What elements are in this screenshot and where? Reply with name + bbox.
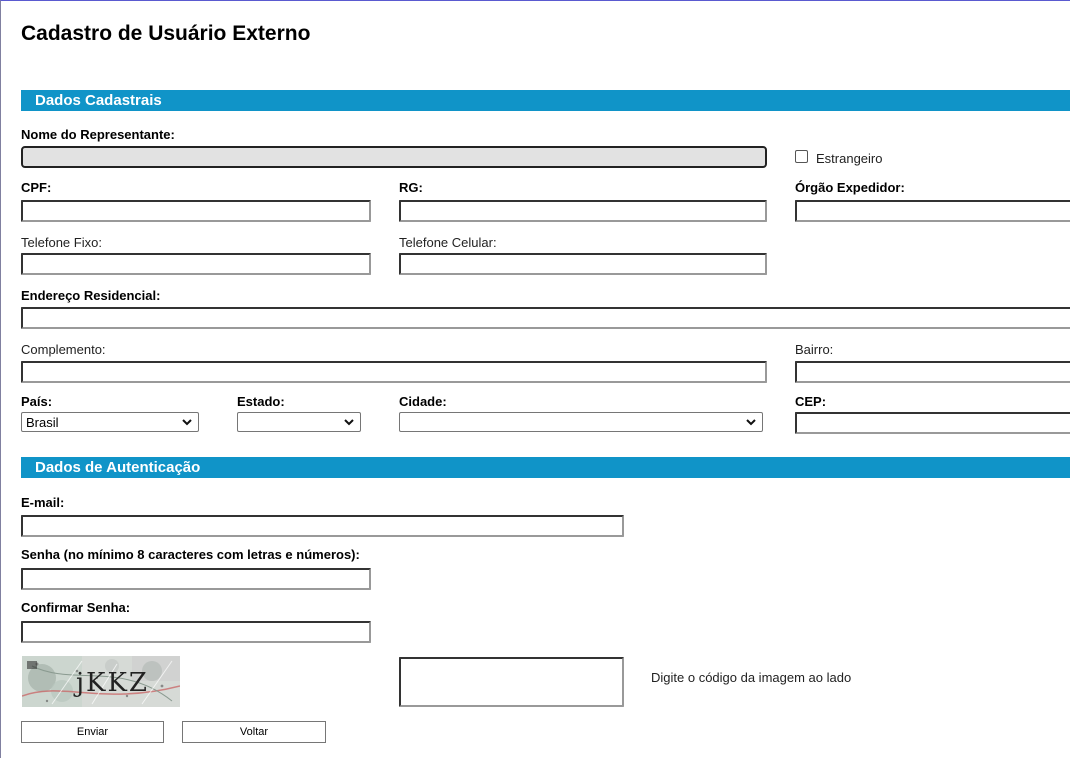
captcha-text: jKKZ [76, 668, 149, 698]
section-header-autenticacao: Dados de Autenticação [21, 457, 1070, 478]
telefone-fixo-input[interactable] [21, 253, 371, 275]
label-complemento: Complemento: [21, 342, 106, 357]
confirmar-senha-input[interactable] [21, 621, 371, 643]
section-header-cadastrais: Dados Cadastrais [21, 90, 1070, 111]
captcha-input[interactable] [399, 657, 624, 707]
label-telefone-celular: Telefone Celular: [399, 235, 497, 250]
chevron-down-icon [182, 419, 192, 426]
enviar-button[interactable]: Enviar [21, 721, 164, 743]
chevron-down-icon [344, 419, 354, 426]
label-pais: País: [21, 394, 53, 409]
external-user-registration-page: Cadastro de Usuário Externo Dados Cadast… [0, 0, 1070, 758]
captcha-image: jKKZ [22, 656, 180, 707]
pais-selected-value: Brasil [26, 414, 59, 430]
bairro-input[interactable] [795, 361, 1070, 383]
label-rg: RG: [399, 180, 423, 195]
label-cep: CEP: [795, 394, 827, 409]
chevron-down-icon [746, 419, 756, 426]
label-estado: Estado: [237, 394, 285, 409]
page-title: Cadastro de Usuário Externo [21, 22, 311, 45]
label-cpf: CPF: [21, 180, 52, 195]
cep-input[interactable] [795, 412, 1070, 434]
telefone-celular-input[interactable] [399, 253, 767, 275]
estado-select[interactable] [237, 412, 361, 432]
label-bairro: Bairro: [795, 342, 834, 357]
label-confirmar-senha: Confirmar Senha: [21, 600, 131, 615]
voltar-button[interactable]: Voltar [182, 721, 326, 743]
label-senha: Senha (no mínimo 8 caracteres com letras… [21, 547, 360, 562]
cpf-input[interactable] [21, 200, 371, 222]
label-email: E-mail: [21, 495, 65, 510]
label-estrangeiro: Estrangeiro [816, 151, 883, 166]
senha-input[interactable] [21, 568, 371, 590]
label-endereco: Endereço Residencial: [21, 288, 161, 303]
nome-representante-input[interactable] [21, 146, 767, 168]
endereco-input[interactable] [21, 307, 1070, 329]
pais-select[interactable]: Brasil [21, 412, 199, 432]
label-cidade: Cidade: [399, 394, 447, 409]
complemento-input[interactable] [21, 361, 767, 383]
label-telefone-fixo: Telefone Fixo: [21, 235, 102, 250]
label-orgao-expedidor: Órgão Expedidor: [795, 180, 905, 195]
email-input[interactable] [21, 515, 624, 537]
orgao-expedidor-input[interactable] [795, 200, 1070, 222]
label-nome-representante: Nome do Representante: [21, 127, 175, 142]
rg-input[interactable] [399, 200, 767, 222]
estrangeiro-checkbox[interactable] [795, 150, 808, 163]
captcha-hint: Digite o código da imagem ao lado [651, 670, 852, 685]
cidade-select[interactable] [399, 412, 763, 432]
